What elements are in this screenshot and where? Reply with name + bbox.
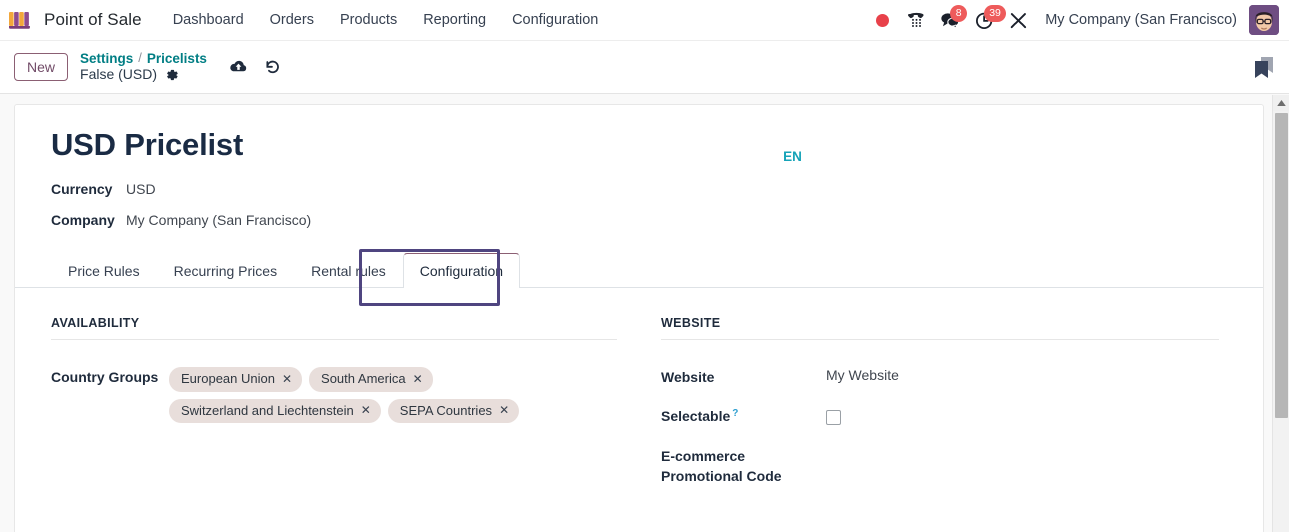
selectable-label-text: Selectable	[661, 408, 731, 425]
website-group: Website Website My Website Selectable?	[639, 316, 1227, 502]
field-currency: Currency USD	[51, 181, 1227, 197]
form-content-area: USD Pricelist EN Currency USD Company My…	[0, 95, 1289, 532]
avatar[interactable]	[1249, 5, 1279, 35]
phone-dialpad-icon[interactable]	[901, 5, 931, 35]
main-menu: Dashboard Orders Products Reporting Conf…	[160, 6, 612, 34]
chat-bubbles-icon[interactable]: 8	[935, 5, 968, 35]
field-label-currency: Currency	[51, 181, 113, 197]
menu-item-orders[interactable]: Orders	[257, 6, 327, 34]
tag-south-america[interactable]: South America ✕	[309, 367, 433, 392]
tab-recurring-prices[interactable]: Recurring Prices	[157, 253, 294, 288]
notebook-tabs: Price Rules Recurring Prices Rental rule…	[15, 249, 1263, 306]
menu-item-reporting[interactable]: Reporting	[410, 6, 499, 34]
tag-sepa-countries[interactable]: SEPA Countries ✕	[387, 398, 520, 424]
menu-item-products[interactable]: Products	[327, 6, 410, 34]
help-icon[interactable]: ?	[732, 408, 738, 419]
scrollbar-thumb[interactable]	[1275, 113, 1288, 418]
messaging-counter-badge: 8	[950, 5, 968, 22]
close-icon[interactable]: ✕	[361, 402, 371, 418]
field-promotional-code: E-commerce Promotional Code	[661, 443, 1219, 487]
sheet-header: USD Pricelist EN Currency USD Company My…	[15, 127, 1263, 228]
field-country-groups: Country Groups European Union ✕ South Am…	[51, 364, 617, 424]
field-label-promotional-code: E-commerce Promotional Code	[661, 447, 782, 484]
odoo-pos-pricelist-form: Point of Sale Dashboard Orders Products …	[0, 0, 1289, 532]
field-value-promotional-code[interactable]	[826, 443, 1219, 446]
app-brand[interactable]: Point of Sale	[8, 10, 142, 30]
tag-label: European Union	[181, 371, 275, 386]
close-icon[interactable]: ✕	[413, 371, 423, 387]
field-company: Company My Company (San Francisco)	[51, 212, 1227, 228]
website-group-title: Website	[661, 316, 1219, 340]
new-record-button[interactable]: New	[14, 52, 69, 82]
systray: 8 39 My Company (San Francisco)	[867, 5, 1279, 35]
field-value-company[interactable]: My Company (San Francisco)	[126, 212, 311, 228]
breadcrumb-separator: /	[138, 50, 142, 66]
breadcrumb-item-pricelists[interactable]: Pricelists	[147, 51, 207, 67]
tag-label: South America	[321, 371, 406, 386]
tab-rental-rules[interactable]: Rental rules	[294, 253, 403, 288]
configuration-tab-panel: Availability Country Groups European Uni…	[15, 288, 1263, 502]
tab-price-rules[interactable]: Price Rules	[51, 253, 157, 288]
record-indicator	[875, 13, 889, 27]
breadcrumb-record-name: False (USD)	[80, 66, 158, 83]
field-label-company: Company	[51, 212, 115, 228]
breadcrumb-current: False (USD)	[80, 66, 207, 83]
clock-activity-icon[interactable]: 39	[969, 5, 1006, 35]
close-icon[interactable]: ✕	[499, 402, 509, 418]
field-value-website[interactable]: My Website	[826, 364, 1219, 383]
selectable-checkbox[interactable]	[826, 410, 841, 426]
close-icon[interactable]: ✕	[282, 371, 292, 387]
page-title: USD Pricelist	[51, 127, 244, 162]
tools-wrench-icon[interactable]	[1003, 5, 1033, 35]
field-value-currency[interactable]: USD	[126, 181, 156, 197]
menu-item-configuration[interactable]: Configuration	[499, 6, 611, 34]
field-selectable: Selectable?	[661, 403, 1219, 426]
gear-icon[interactable]	[165, 68, 179, 82]
vertical-scrollbar[interactable]	[1272, 95, 1289, 532]
breadcrumb: Settings / Pricelists False (USD)	[80, 50, 207, 83]
field-label-website: Website	[661, 369, 715, 385]
tab-configuration[interactable]: Configuration	[402, 253, 521, 288]
notebook: Price Rules Recurring Prices Rental rule…	[15, 249, 1263, 502]
record-actions	[229, 59, 281, 75]
field-label-selectable: Selectable?	[661, 403, 826, 426]
tag-label: SEPA Countries	[399, 402, 493, 418]
undo-discard-icon[interactable]	[264, 59, 281, 75]
availability-group: Availability Country Groups European Uni…	[51, 316, 639, 502]
cloud-upload-save-icon[interactable]	[229, 59, 248, 75]
tag-european-union[interactable]: European Union ✕	[169, 367, 303, 392]
form-sheet: USD Pricelist EN Currency USD Company My…	[14, 104, 1264, 532]
tag-switzerland-and-liechtenstein[interactable]: Switzerland and Liechtenstein ✕	[169, 398, 381, 424]
pos-awning-icon	[8, 10, 34, 30]
sheet-container: USD Pricelist EN Currency USD Company My…	[0, 95, 1289, 532]
company-switcher[interactable]: My Company (San Francisco)	[1037, 12, 1245, 28]
country-groups-tag-list: European Union ✕ South America ✕ Switzer…	[169, 367, 589, 424]
control-panel: New Settings / Pricelists False (USD)	[0, 41, 1289, 94]
bookmark-icon[interactable]	[1251, 53, 1277, 81]
menu-item-dashboard[interactable]: Dashboard	[160, 6, 257, 34]
scroll-up-arrow-icon[interactable]	[1273, 95, 1289, 111]
field-label-country-groups: Country Groups	[51, 369, 159, 385]
app-name: Point of Sale	[44, 10, 142, 29]
record-dot-icon[interactable]	[867, 5, 897, 35]
field-website: Website My Website	[661, 364, 1219, 387]
title-row: USD Pricelist EN	[51, 127, 1227, 181]
breadcrumb-path: Settings / Pricelists	[80, 50, 207, 67]
tag-label: Switzerland and Liechtenstein	[181, 402, 354, 418]
breadcrumb-item-settings[interactable]: Settings	[80, 51, 133, 67]
top-navbar: Point of Sale Dashboard Orders Products …	[0, 0, 1289, 41]
availability-group-title: Availability	[51, 316, 617, 340]
language-badge[interactable]: EN	[783, 127, 802, 164]
